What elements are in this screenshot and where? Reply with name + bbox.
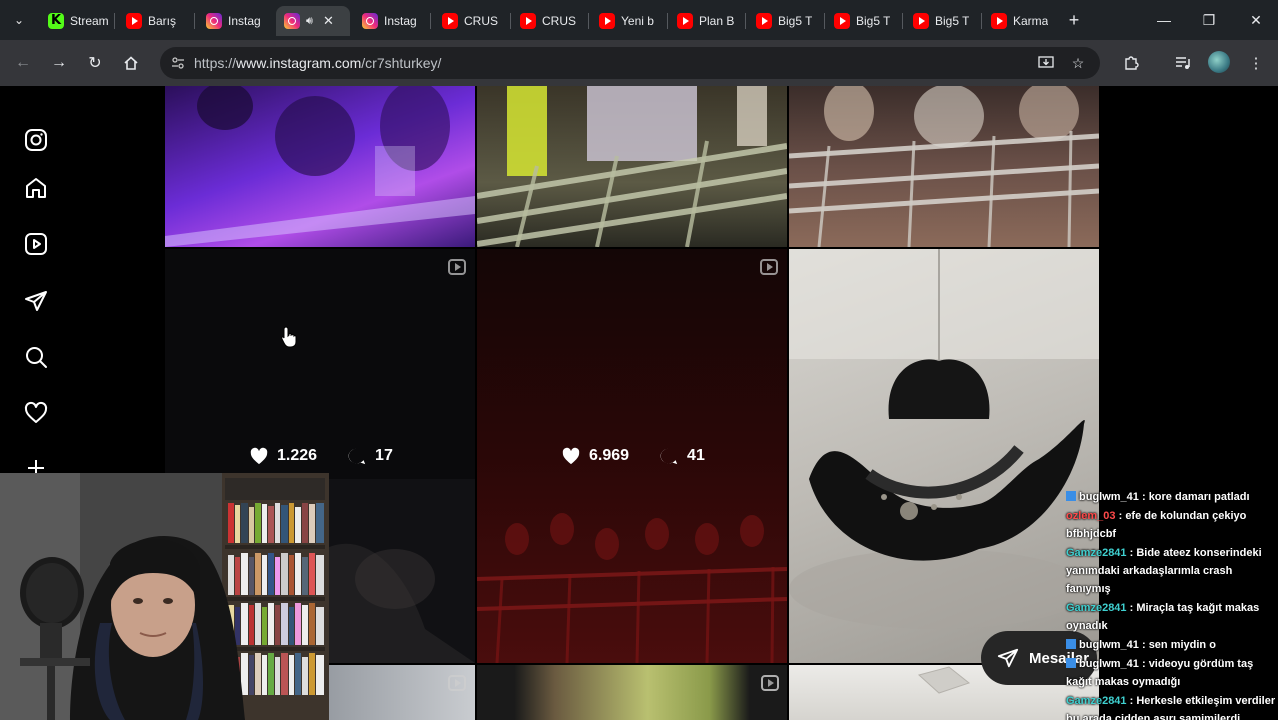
- youtube-icon: [442, 13, 458, 29]
- reel-badge-icon: [760, 259, 778, 275]
- menu-kebab-icon[interactable]: ⋮: [1244, 51, 1268, 75]
- browser-tab[interactable]: Instag: [354, 6, 428, 36]
- browser-tab[interactable]: Big5 T: [905, 6, 979, 36]
- youtube-icon: [991, 13, 1007, 29]
- speaker-icon[interactable]: 🔊︎: [306, 15, 313, 28]
- tab-search-chevron-icon[interactable]: ⌄: [10, 10, 28, 30]
- address-bar[interactable]: https://www.instagram.com/cr7shturkey/ ☆: [160, 47, 1100, 79]
- comment-icon: [660, 448, 678, 465]
- send-icon: [997, 648, 1019, 668]
- forward-icon[interactable]: →: [47, 51, 71, 75]
- chat-message: ozlem_03 : efe de kolundan çekiyo bfbhjd…: [1066, 510, 1247, 540]
- post-tile[interactable]: [789, 86, 1099, 247]
- post-stats: 1.226 17: [249, 447, 393, 465]
- profile-avatar[interactable]: [1208, 51, 1230, 73]
- search-icon[interactable]: [22, 343, 50, 371]
- reel-badge-icon: [448, 259, 466, 275]
- youtube-icon: [756, 13, 772, 29]
- carousel-badge-icon: [761, 675, 779, 691]
- new-tab-plus-icon[interactable]: +: [1064, 10, 1084, 30]
- browser-tab[interactable]: Barış: [118, 6, 192, 36]
- heart-filled-icon: [562, 447, 580, 465]
- youtube-icon: [599, 13, 615, 29]
- stream-chat-overlay: buglwm_41 : kore damarı patladı ozlem_03…: [1063, 488, 1278, 720]
- screen: ⌄ Stream Barış Instag 🔊︎ ✕ Instag CRUS: [0, 0, 1278, 720]
- restore-icon[interactable]: ❐: [1197, 10, 1221, 30]
- url-text: https://www.instagram.com/cr7shturkey/: [194, 55, 442, 71]
- home-icon[interactable]: [119, 51, 143, 75]
- youtube-icon: [834, 13, 850, 29]
- browser-tab[interactable]: Plan B: [669, 6, 743, 36]
- post-tile[interactable]: [165, 86, 475, 247]
- reels-icon[interactable]: [22, 230, 50, 258]
- browser-tab[interactable]: Stream: [40, 6, 112, 36]
- close-tab-icon[interactable]: ✕: [323, 13, 334, 29]
- likes-count: 6.969: [589, 447, 630, 464]
- browser-tab-strip: ⌄ Stream Barış Instag 🔊︎ ✕ Instag CRUS: [0, 0, 1278, 40]
- chat-message: Gamze2841 : Bide ateez konserindeki yanı…: [1066, 547, 1262, 595]
- chat-message: buglwm_41 : sen miydin o: [1063, 636, 1278, 655]
- install-app-icon[interactable]: [1036, 53, 1056, 73]
- bookmark-star-icon[interactable]: ☆: [1068, 53, 1088, 73]
- reload-icon[interactable]: ↻: [83, 51, 107, 75]
- home-icon[interactable]: [22, 174, 50, 202]
- comments-count: 41: [687, 447, 705, 464]
- back-icon[interactable]: ←: [11, 51, 35, 75]
- instagram-logo-icon[interactable]: [22, 126, 50, 154]
- browser-tab[interactable]: CRUS: [512, 6, 586, 36]
- chat-badge-icon: [1066, 491, 1076, 501]
- post-tile[interactable]: [789, 249, 1099, 663]
- chat-badge-icon: [1066, 639, 1076, 649]
- chat-message: buglwm_41 : kore damarı patladı: [1063, 488, 1278, 507]
- minimize-icon[interactable]: —: [1152, 10, 1176, 30]
- kick-icon: [48, 13, 64, 29]
- youtube-icon: [520, 13, 536, 29]
- chat-message: buglwm_41 : videoyu gördüm taş kağıt mak…: [1066, 658, 1254, 688]
- heart-icon[interactable]: [22, 399, 50, 427]
- youtube-icon: [677, 13, 693, 29]
- webcam-overlay: [0, 473, 329, 720]
- youtube-icon: [126, 13, 142, 29]
- comment-icon: [348, 448, 366, 465]
- close-window-icon[interactable]: ✕: [1244, 10, 1268, 30]
- post-tile[interactable]: [477, 665, 787, 720]
- mouse-pointer-icon: [281, 326, 297, 348]
- media-control-icon[interactable]: [1171, 51, 1195, 75]
- browser-toolbar: ← → ↻ https://www.instagram.com/cr7shtur…: [0, 40, 1278, 86]
- browser-tab[interactable]: Yeni b: [591, 6, 665, 36]
- heart-filled-icon: [250, 447, 268, 465]
- chat-message: Gamze2841 : Miraçla taş kağıt makas oyna…: [1066, 602, 1260, 632]
- post-stats: 6.969 41: [561, 447, 705, 465]
- instagram-icon: [206, 13, 222, 29]
- browser-tab[interactable]: Instag: [198, 6, 270, 36]
- instagram-icon: [284, 13, 300, 29]
- chat-message: Gamze2841 : Herkesle etkileşim verdiler …: [1066, 695, 1276, 720]
- likes-count: 1.226: [277, 447, 318, 464]
- extensions-icon[interactable]: [1119, 51, 1143, 75]
- youtube-icon: [913, 13, 929, 29]
- send-icon[interactable]: [22, 287, 50, 315]
- reel-badge-icon: [448, 675, 466, 691]
- site-info-icon[interactable]: [168, 53, 188, 73]
- chat-badge-icon: [1066, 658, 1076, 668]
- post-tile[interactable]: [477, 86, 787, 247]
- instagram-icon: [362, 13, 378, 29]
- browser-tab-active[interactable]: 🔊︎ ✕: [276, 6, 350, 36]
- comments-count: 17: [375, 447, 393, 464]
- browser-tab[interactable]: Karma: [983, 6, 1057, 36]
- browser-tab[interactable]: Big5 T: [748, 6, 822, 36]
- browser-tab[interactable]: CRUS: [434, 6, 508, 36]
- browser-tab[interactable]: Big5 T: [826, 6, 900, 36]
